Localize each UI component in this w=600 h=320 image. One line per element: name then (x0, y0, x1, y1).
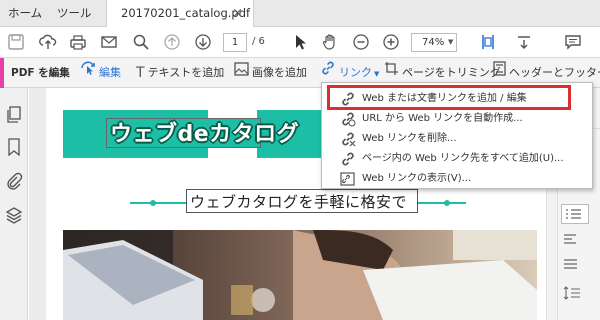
crop-page-label: ページをトリミング (402, 66, 501, 79)
left-navigation-panel (0, 88, 28, 320)
page-fit-icon[interactable] (478, 32, 498, 52)
scroll-mode-icon[interactable] (514, 32, 534, 52)
line-spacing-icon[interactable] (563, 286, 581, 300)
link-label: リンク (339, 66, 372, 79)
select-cursor-icon[interactable] (290, 32, 310, 52)
tab-document-label: 20170201_catalog.pdf (121, 6, 251, 20)
subtitle-dot-left (150, 200, 156, 206)
hand-tool-icon[interactable] (320, 32, 340, 52)
menu-item-label: Web リンクを削除... (362, 133, 457, 144)
image-icon (234, 58, 249, 88)
edit-mode-indicator (0, 58, 4, 88)
search-icon[interactable] (131, 32, 151, 52)
page-total: / 6 (252, 36, 265, 47)
tab-bar: ホーム ツール 20170201_catalog.pdf × (0, 0, 600, 28)
link-auto-icon (340, 111, 356, 127)
link-remove-icon (340, 131, 356, 147)
chevron-down-icon: ▼ (374, 70, 380, 78)
menu-item-show-links[interactable]: Web リンクの表示(V)... (322, 169, 592, 189)
tab-tools[interactable]: ツール (57, 0, 92, 27)
text-scale-icon[interactable] (563, 316, 579, 320)
add-text-label: テキストを追加 (147, 66, 225, 79)
highlight-annotation-box (327, 85, 571, 110)
previous-page-icon[interactable] (162, 32, 182, 52)
edit-button-label: 編集 (99, 66, 121, 79)
tab-home[interactable]: ホーム (8, 0, 42, 27)
add-image-button[interactable]: 画像を追加 (234, 58, 307, 88)
next-page-icon[interactable] (193, 32, 213, 52)
cloud-upload-icon[interactable] (38, 32, 58, 52)
attachment-icon[interactable] (5, 172, 23, 190)
subtitle-rule-right (416, 202, 466, 204)
link-add-all-icon (340, 151, 356, 167)
menu-item-label: ページ内の Web リンク先をすべて追加(U)... (362, 153, 564, 164)
align-left-icon[interactable] (563, 233, 579, 247)
add-text-button[interactable]: T テキストを追加 (136, 58, 224, 88)
catalog-subtitle[interactable]: ウェブカタログを手軽に格安で (190, 191, 407, 212)
cover-photo[interactable] (63, 230, 537, 320)
bookmark-icon[interactable] (5, 138, 23, 157)
link-view-icon (340, 171, 356, 187)
layers-icon[interactable] (5, 206, 23, 224)
page-number-input[interactable]: 1 (223, 33, 247, 52)
save-icon[interactable] (6, 32, 26, 52)
list-format-button[interactable] (561, 204, 589, 224)
header-footer-label: ヘッダーとフッター (509, 66, 600, 79)
edit-pdf-label: PDF を編集 (11, 67, 70, 79)
text-icon: T (136, 65, 145, 81)
main-toolbar: 1 / 6 74% ▼ (0, 27, 600, 58)
email-icon[interactable] (99, 32, 119, 52)
close-tab-icon[interactable]: × (232, 0, 243, 27)
print-icon[interactable] (68, 32, 88, 52)
menu-item-label: Web リンクの表示(V)... (362, 173, 472, 184)
zoom-out-icon[interactable] (351, 32, 371, 52)
edit-button[interactable]: 編集 (80, 58, 121, 88)
menu-item-auto-create-links[interactable]: URL から Web リンクを自動作成... (322, 109, 592, 129)
menu-item-add-all-links[interactable]: ページ内の Web リンク先をすべて追加(U)... (322, 149, 592, 169)
catalog-title[interactable]: ウェブdeカタログ (110, 116, 299, 148)
tab-document[interactable]: 20170201_catalog.pdf × (106, 0, 254, 28)
subtitle-rule-left (130, 202, 188, 204)
align-justify-icon[interactable] (563, 258, 579, 272)
menu-item-remove-links[interactable]: Web リンクを削除... (322, 129, 592, 149)
subtitle-dot-right (444, 200, 450, 206)
edit-cursor-icon (80, 58, 96, 88)
page-thumbnails-icon[interactable] (5, 106, 23, 124)
menu-item-label: URL から Web リンクを自動作成... (362, 113, 523, 124)
chevron-down-icon[interactable]: ▼ (448, 38, 453, 46)
zoom-in-icon[interactable] (381, 32, 401, 52)
comment-icon[interactable] (563, 32, 583, 52)
add-image-label: 画像を追加 (252, 66, 307, 79)
